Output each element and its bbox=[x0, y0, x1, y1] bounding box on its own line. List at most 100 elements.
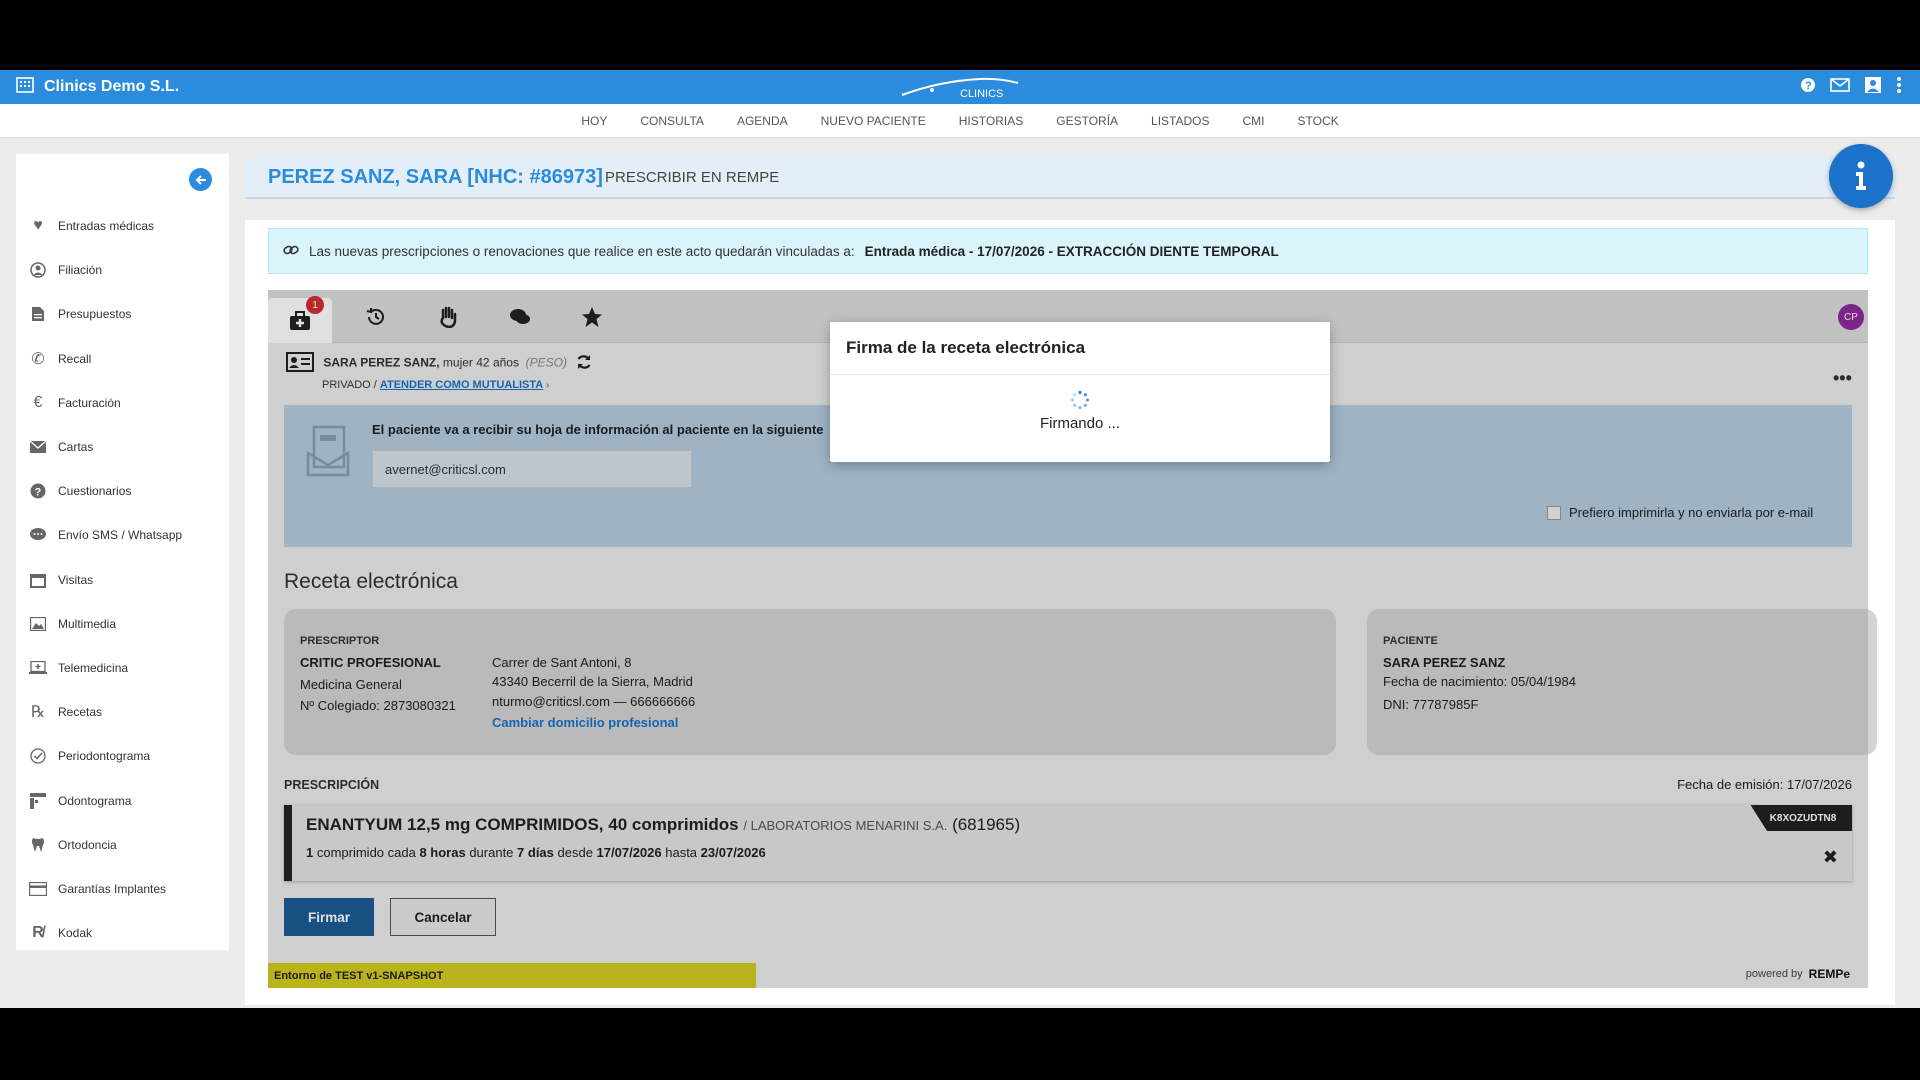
patient-details: mujer 42 años bbox=[442, 355, 519, 370]
user-circle-icon bbox=[28, 260, 48, 280]
medkit-icon bbox=[290, 310, 310, 330]
sidebar-item-filiacion[interactable]: Filiación bbox=[16, 248, 229, 292]
sidebar-item-cuestionarios[interactable]: ? Cuestionarios bbox=[16, 469, 229, 513]
powered-by: powered by REMPe bbox=[1746, 967, 1850, 981]
mutualista-link[interactable]: ATENDER COMO MUTUALISTA bbox=[380, 379, 543, 391]
sidebar-item-cartas[interactable]: Cartas bbox=[16, 425, 229, 469]
sidebar-item-recall[interactable]: ✆ Recall bbox=[16, 337, 229, 381]
patient-summary: SARA PEREZ SANZ, mujer 42 años (PESO) bbox=[286, 352, 592, 375]
sidebar-item-garantias-implantes[interactable]: Garantías Implantes bbox=[16, 867, 229, 911]
medication-dosage: 1 comprimido cada 8 horas durante 7 días… bbox=[306, 845, 766, 860]
nav-stock[interactable]: STOCK bbox=[1298, 114, 1339, 128]
insurance-type: PRIVADO / bbox=[322, 379, 377, 391]
paciente-name: SARA PEREZ SANZ bbox=[1383, 655, 1506, 670]
calendar-icon bbox=[28, 570, 48, 590]
star-icon bbox=[582, 307, 602, 327]
sidebar-item-entradas-medicas[interactable]: ♥ Entradas médicas bbox=[16, 204, 229, 248]
envelope-icon bbox=[28, 437, 48, 457]
paciente-dni: DNI: 77787985F bbox=[1383, 697, 1479, 712]
prescripcion-label: PRESCRIPCIÓN bbox=[284, 778, 380, 792]
mail-icon[interactable] bbox=[1830, 77, 1850, 98]
receta-title: Receta electrónica bbox=[284, 570, 458, 593]
nav-historias[interactable]: HISTORIAS bbox=[959, 114, 1023, 128]
prescriptor-name: CRITIC PROFESIONAL bbox=[300, 655, 441, 670]
print-checkbox[interactable] bbox=[1547, 505, 1561, 520]
logo-text: CLINICS bbox=[960, 88, 1003, 100]
refresh-icon[interactable] bbox=[576, 354, 592, 373]
prescriptor-specialty: Medicina General bbox=[300, 677, 402, 692]
medication-item: ENANTYUM 12,5 mg COMPRIMIDOS, 40 comprim… bbox=[284, 805, 1852, 881]
nav-consulta[interactable]: CONSULTA bbox=[640, 114, 704, 128]
prescriptor-label: PRESCRIPTOR bbox=[300, 635, 380, 647]
main-nav: HOY CONSULTA AGENDA NUEVO PACIENTE HISTO… bbox=[0, 104, 1920, 138]
sidebar-item-ortodoncia[interactable]: Ortodoncia bbox=[16, 823, 229, 867]
nav-agenda[interactable]: AGENDA bbox=[737, 114, 788, 128]
hand-icon bbox=[440, 306, 457, 328]
sidebar-item-visitas[interactable]: Visitas bbox=[16, 558, 229, 602]
tab-history[interactable] bbox=[361, 302, 391, 332]
nav-cmi[interactable]: CMI bbox=[1243, 114, 1265, 128]
rempe-logo: REMPe bbox=[1808, 967, 1850, 981]
laptop-plus-icon bbox=[28, 658, 48, 678]
paciente-card: PACIENTE SARA PEREZ SANZ Fecha de nacimi… bbox=[1367, 609, 1877, 755]
comments-icon bbox=[510, 309, 530, 324]
medication-lab: / LABORATORIOS MENARINI S.A. bbox=[743, 818, 948, 833]
patient-title: PEREZ SANZ, SARA [NHC: #86973] bbox=[268, 166, 603, 188]
change-address-link[interactable]: Cambiar domicilio profesional bbox=[492, 715, 678, 730]
user-avatar[interactable]: CP bbox=[1838, 304, 1864, 330]
spinner-icon bbox=[1070, 390, 1090, 410]
signing-modal: Firma de la receta electrónica Firmando … bbox=[830, 322, 1330, 462]
company-name[interactable]: Clinics Demo S.L. bbox=[44, 78, 179, 96]
sidebar-item-presupuestos[interactable]: Presupuestos bbox=[16, 292, 229, 336]
prescriptor-address1: Carrer de Sant Antoni, 8 bbox=[492, 655, 632, 670]
nav-gestoria[interactable]: GESTORÍA bbox=[1056, 114, 1118, 128]
app-screen: Clinics Demo S.L. CLINICS ? HOY CONSULTA… bbox=[0, 70, 1920, 1008]
tab-favorites[interactable] bbox=[577, 302, 607, 332]
patient-weight[interactable]: (PESO) bbox=[526, 356, 567, 370]
sidebar-item-odontograma[interactable]: Odontograma bbox=[16, 778, 229, 822]
more-options-icon[interactable]: ••• bbox=[1833, 368, 1852, 389]
phone-icon: ✆ bbox=[31, 350, 45, 368]
tab-stop[interactable] bbox=[433, 302, 463, 332]
tab-messages[interactable] bbox=[505, 302, 535, 332]
user-card-icon[interactable] bbox=[1864, 76, 1882, 99]
prescription-code-tag: K8XOZUDTN8 bbox=[1750, 805, 1852, 831]
sidebar-item-envio-sms[interactable]: Envío SMS / Whatsapp bbox=[16, 513, 229, 557]
environment-banner: Entorno de TEST v1-SNAPSHOT bbox=[268, 963, 756, 988]
print-option[interactable]: Prefiero imprimirla y no enviarla por e-… bbox=[1547, 505, 1813, 520]
emission-date: Fecha de emisión: 17/07/2026 bbox=[1677, 777, 1852, 792]
info-icon bbox=[1856, 161, 1866, 190]
building-icon[interactable] bbox=[16, 76, 34, 98]
cancelar-button[interactable]: Cancelar bbox=[390, 898, 496, 936]
modal-title: Firma de la receta electrónica bbox=[830, 322, 1330, 375]
firmar-button[interactable]: Firmar bbox=[284, 898, 374, 936]
rx-icon: R̸ bbox=[32, 924, 44, 942]
collapse-sidebar-button[interactable] bbox=[189, 168, 212, 191]
tab-new-prescription[interactable]: 1 bbox=[268, 296, 332, 343]
medication-title: ENANTYUM 12,5 mg COMPRIMIDOS, 40 comprim… bbox=[306, 815, 1020, 835]
sidebar-item-kodak[interactable]: R̸ Kodak bbox=[16, 911, 229, 955]
email-field[interactable]: avernet@criticsl.com bbox=[372, 450, 692, 488]
nav-nuevo-paciente[interactable]: NUEVO PACIENTE bbox=[821, 114, 926, 128]
clinics-logo[interactable]: CLINICS bbox=[900, 73, 1020, 101]
linked-entry-notice: Las nuevas prescripciones o renovaciones… bbox=[268, 228, 1868, 274]
document-info-icon bbox=[306, 425, 350, 477]
sidebar-item-recetas[interactable]: ℞ Recetas bbox=[16, 690, 229, 734]
history-icon bbox=[366, 308, 384, 325]
sidebar-item-telemedicina[interactable]: Telemedicina bbox=[16, 646, 229, 690]
image-icon bbox=[28, 614, 48, 634]
modal-message: Firmando ... bbox=[1039, 415, 1121, 432]
sidebar-item-facturacion[interactable]: € Facturación bbox=[16, 381, 229, 425]
more-vertical-icon[interactable] bbox=[1896, 76, 1902, 99]
sidebar-item-multimedia[interactable]: Multimedia bbox=[16, 602, 229, 646]
nav-hoy[interactable]: HOY bbox=[581, 114, 607, 128]
medication-code: (681965) bbox=[952, 815, 1021, 834]
nav-listados[interactable]: LISTADOS bbox=[1151, 114, 1209, 128]
remove-medication-icon[interactable]: ✖ bbox=[1823, 847, 1838, 868]
info-button[interactable] bbox=[1829, 144, 1893, 208]
card-icon bbox=[28, 879, 48, 899]
help-icon[interactable]: ? bbox=[1800, 77, 1816, 98]
print-label: Prefiero imprimirla y no enviarla por e-… bbox=[1569, 505, 1814, 520]
euro-icon: € bbox=[33, 393, 43, 411]
sidebar-item-periodontograma[interactable]: Periodontograma bbox=[16, 734, 229, 778]
